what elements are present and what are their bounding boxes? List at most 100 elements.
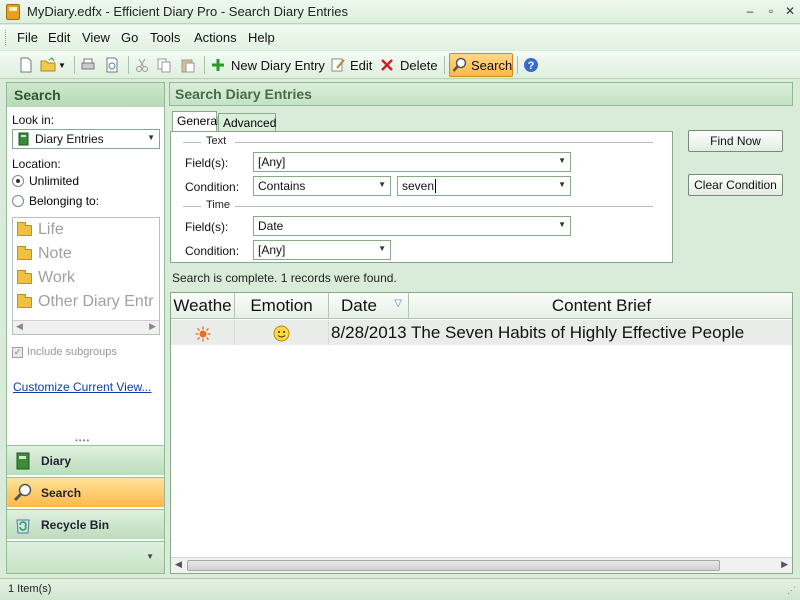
time-condition-combo[interactable]: [Any] ▼ — [253, 240, 391, 260]
edit-icon — [330, 57, 346, 73]
resize-grip-icon[interactable]: ⋰ — [787, 585, 796, 596]
column-header-emotion[interactable]: Emotion — [235, 293, 329, 319]
scroll-right-icon[interactable]: ▶ — [781, 559, 788, 570]
divider — [235, 206, 653, 207]
print-button[interactable] — [80, 53, 96, 77]
cut-icon — [134, 57, 150, 73]
look-in-combo[interactable]: Diary Entries ▼ — [12, 129, 160, 149]
group-item-work[interactable]: Work — [17, 269, 75, 287]
right-pane-header: Search Diary Entries — [169, 82, 793, 106]
close-button[interactable]: ✕ — [782, 3, 798, 19]
column-header-weather[interactable]: Weathe — [171, 293, 235, 319]
print-preview-icon — [104, 57, 120, 73]
text-search-input[interactable]: seven ▼ — [397, 176, 571, 196]
minimize-button[interactable]: – — [742, 3, 758, 19]
splitter-grip[interactable]: •••• — [75, 436, 90, 445]
grid-header: Weathe Emotion Date ▽ Content Brief — [171, 293, 792, 319]
look-in-value: Diary Entries — [35, 132, 104, 146]
nav-overflow-bar: ▼ — [7, 541, 164, 573]
group-label: Note — [38, 245, 72, 262]
menu-edit[interactable]: Edit — [48, 30, 70, 45]
chevron-down-icon[interactable]: ▼ — [146, 552, 154, 561]
group-item-life[interactable]: Life — [17, 221, 64, 239]
divider — [183, 206, 201, 207]
divider — [183, 142, 201, 143]
menu-file[interactable]: File — [17, 30, 38, 45]
include-subgroups-checkbox[interactable]: ✓ Include subgroups — [12, 346, 117, 358]
text-condition-combo[interactable]: Contains ▼ — [253, 176, 391, 196]
group-list-scrollbar[interactable]: ◀ ▶ — [13, 320, 159, 334]
open-folder-icon — [40, 57, 56, 73]
customize-current-view-link[interactable]: Customize Current View... — [13, 380, 152, 394]
find-now-button[interactable]: Find Now — [688, 130, 783, 152]
text-condition-value: Contains — [258, 179, 306, 193]
tab-advanced[interactable]: Advanced — [218, 113, 276, 131]
search-icon — [452, 57, 468, 73]
group-item-other[interactable]: Other Diary Entr — [17, 293, 154, 311]
clear-condition-button[interactable]: Clear Condition — [688, 174, 783, 196]
menu-tools[interactable]: Tools — [150, 30, 180, 45]
left-pane: Search Look in: Diary Entries ▼ Location… — [6, 82, 165, 574]
open-button[interactable]: ▼ — [40, 53, 66, 77]
copy-button[interactable] — [156, 53, 172, 77]
search-toolbar-button[interactable]: Search — [449, 53, 513, 77]
text-condition-label: Condition: — [185, 180, 240, 194]
radio-belonging-label: Belonging to: — [29, 194, 100, 208]
date-cell: 8/28/2013 — [331, 323, 407, 342]
help-icon: ? — [523, 57, 539, 73]
toolbar-separator — [74, 56, 75, 74]
title-bar: MyDiary.edfx - Efficient Diary Pro - Sea… — [0, 0, 800, 24]
maximize-button[interactable]: ▫ — [763, 3, 779, 19]
time-fields-value: Date — [258, 219, 284, 233]
table-row[interactable]: 8/28/2013 The Seven Habits of Highly Eff… — [171, 320, 792, 345]
recycle-bin-icon — [13, 515, 33, 535]
scroll-right-icon[interactable]: ▶ — [149, 321, 156, 332]
new-diary-entry-button[interactable]: New Diary Entry — [210, 53, 325, 77]
folder-icon — [17, 245, 32, 260]
menu-actions[interactable]: Actions — [194, 30, 237, 45]
column-header-date[interactable]: Date ▽ — [329, 293, 409, 319]
group-list[interactable]: Life Note Work Other Diary Entr ◀ ▶ — [12, 217, 160, 335]
paste-button[interactable] — [180, 53, 196, 77]
scroll-left-icon[interactable]: ◀ — [175, 559, 182, 570]
folder-icon — [17, 269, 32, 284]
include-subgroups-label: Include subgroups — [27, 346, 117, 358]
text-fields-combo[interactable]: [Any] ▼ — [253, 152, 571, 172]
time-fields-combo[interactable]: Date ▼ — [253, 216, 571, 236]
chevron-down-icon: ▼ — [378, 244, 386, 253]
new-file-button[interactable] — [18, 53, 34, 77]
new-diary-entry-label: New Diary Entry — [231, 57, 325, 73]
location-label: Location: — [12, 157, 61, 171]
checkmark-icon: ✓ — [12, 346, 23, 358]
time-condition-label: Condition: — [185, 244, 240, 258]
nav-search-button[interactable]: Search — [7, 477, 164, 507]
sun-icon — [195, 323, 211, 342]
toolbar-separator — [517, 56, 518, 74]
menu-go[interactable]: Go — [121, 30, 138, 45]
scroll-left-icon[interactable]: ◀ — [16, 321, 23, 332]
status-bar: 1 Item(s) ⋰ — [0, 578, 800, 600]
item-count: 1 Item(s) — [8, 583, 52, 595]
print-preview-button[interactable] — [104, 53, 120, 77]
results-grid[interactable]: Weathe Emotion Date ▽ Content Brief 8/28… — [170, 292, 793, 574]
menu-view[interactable]: View — [82, 30, 110, 45]
tab-general[interactable]: General — [172, 111, 220, 131]
nav-recycle-bin-button[interactable]: Recycle Bin — [7, 509, 164, 539]
group-label: Other Diary Entr — [38, 293, 154, 310]
edit-button[interactable]: Edit — [330, 53, 372, 77]
grid-horizontal-scrollbar[interactable]: ◀ ▶ — [171, 557, 792, 573]
chevron-down-icon: ▼ — [58, 60, 66, 70]
delete-icon — [379, 57, 395, 73]
folder-icon — [17, 293, 32, 308]
radio-belonging-to[interactable]: Belonging to: — [12, 194, 99, 208]
menu-help[interactable]: Help — [248, 30, 275, 45]
scrollbar-thumb[interactable] — [187, 560, 720, 571]
radio-unlimited[interactable]: Unlimited — [12, 174, 79, 188]
cut-button[interactable] — [134, 53, 150, 77]
diary-book-icon — [17, 132, 31, 149]
delete-button[interactable]: Delete — [379, 53, 438, 77]
help-button[interactable]: ? — [523, 53, 539, 77]
group-item-note[interactable]: Note — [17, 245, 72, 263]
nav-diary-button[interactable]: Diary — [7, 445, 164, 475]
column-header-content-brief[interactable]: Content Brief — [409, 293, 792, 319]
